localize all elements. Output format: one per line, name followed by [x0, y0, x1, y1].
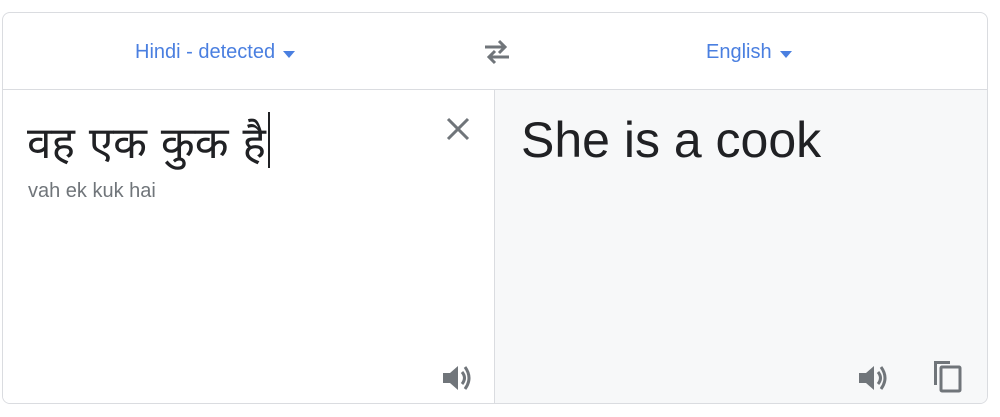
speaker-icon — [443, 366, 471, 390]
close-icon — [446, 117, 470, 141]
swap-languages-button[interactable] — [479, 37, 515, 67]
transliteration: vah ek kuk hai — [28, 180, 156, 202]
translate-card: Hindi - detected English वह एक कुक है va… — [2, 12, 988, 404]
text-cursor — [267, 112, 270, 168]
swap-icon — [485, 39, 509, 65]
source-pane[interactable]: वह एक कुक है vah ek kuk hai — [3, 90, 495, 403]
listen-source-button[interactable] — [439, 360, 475, 396]
listen-translation-button[interactable] — [855, 360, 891, 396]
speaker-icon — [859, 366, 887, 390]
clear-button[interactable] — [443, 114, 473, 144]
copy-icon — [934, 361, 962, 393]
chevron-down-icon — [779, 50, 792, 58]
target-language-label: English — [706, 40, 772, 63]
language-bar: Hindi - detected English — [3, 13, 987, 90]
source-text: वह एक कुक है — [27, 118, 266, 169]
source-language-selector[interactable]: Hindi - detected — [135, 39, 296, 65]
target-language-selector[interactable]: English — [706, 39, 792, 65]
chevron-down-icon — [283, 50, 296, 58]
target-pane: She is a cook — [495, 90, 987, 403]
translation-output: She is a cook — [521, 112, 822, 168]
copy-translation-button[interactable] — [929, 358, 965, 394]
source-language-label: Hindi - detected — [135, 40, 276, 63]
source-input[interactable]: वह एक कुक है — [27, 112, 270, 174]
